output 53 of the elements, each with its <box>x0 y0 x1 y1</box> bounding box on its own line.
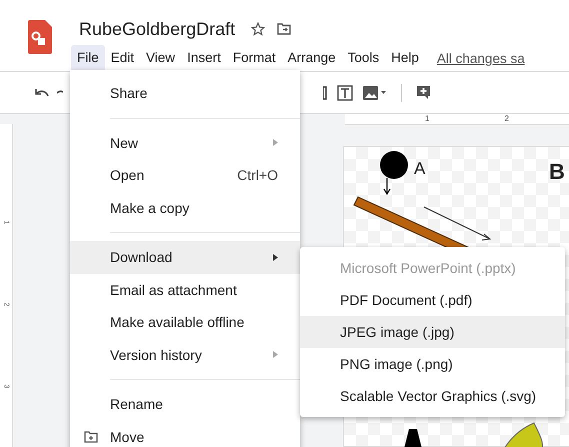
label-a: A <box>414 159 426 179</box>
menu-bar-item[interactable]: Help <box>385 45 425 71</box>
ruler-number: 1 <box>425 114 430 124</box>
menu-item-label: Open <box>110 167 146 184</box>
menu-item-label: Make available offline <box>110 314 246 330</box>
label-b: B <box>549 159 565 185</box>
block-drawing <box>404 429 422 447</box>
menu-item[interactable]: Move <box>70 420 300 447</box>
down-arrow <box>383 177 391 196</box>
menu-bar-item[interactable]: Format <box>226 45 282 71</box>
menu-item-label: Move <box>110 428 146 445</box>
text-box-icon[interactable] <box>337 84 353 100</box>
cone-drawing <box>504 422 544 447</box>
menu-item[interactable]: Rename <box>70 388 300 420</box>
menu-item-label: Email as attachment <box>110 282 238 298</box>
menu-bar-item[interactable]: View <box>140 45 182 71</box>
menu-item[interactable]: Version history <box>70 338 300 371</box>
menu-item-label: Make a copy <box>110 200 190 216</box>
menu-item[interactable]: Open Ctrl+O <box>70 159 300 192</box>
motion-arrow <box>424 206 492 240</box>
submenu-item[interactable]: PDF Document (.pdf) <box>300 284 565 316</box>
menu-item[interactable]: New <box>70 126 300 159</box>
shape-icon[interactable] <box>323 86 327 100</box>
save-status-link[interactable]: All changes sa <box>436 50 525 66</box>
menu-bar-item[interactable]: Edit <box>104 45 140 71</box>
menu-item[interactable]: Download <box>70 241 300 274</box>
undo-icon[interactable] <box>35 88 49 97</box>
add-comment-icon[interactable] <box>416 85 431 100</box>
image-icon[interactable] <box>363 84 387 100</box>
menu-item[interactable]: Share <box>70 77 300 110</box>
menu-bar-item[interactable]: Insert <box>181 45 227 71</box>
star-icon[interactable] <box>251 22 266 36</box>
submenu-item[interactable]: PNG image (.png) <box>300 348 565 380</box>
menu-item[interactable]: Make available offline <box>70 306 300 338</box>
ruler-number: 2 <box>504 114 509 124</box>
menu-item-label: Version history <box>110 346 203 363</box>
menu-item-label: Download <box>110 249 174 266</box>
document-title[interactable]: RubeGoldbergDraft <box>79 18 236 40</box>
folder-icon[interactable] <box>277 23 292 35</box>
submenu-item[interactable]: JPEG image (.jpg) <box>300 316 565 348</box>
menu-bar-item[interactable]: Tools <box>342 45 386 71</box>
menu-bar-item[interactable]: File <box>71 45 105 71</box>
submenu-item[interactable]: Scalable Vector Graphics (.svg) <box>300 380 565 412</box>
shortcut-label: Ctrl+O <box>237 167 278 184</box>
slides-logo-icon[interactable] <box>28 20 52 54</box>
menu-bar-item[interactable]: Arrange <box>282 45 342 71</box>
menu-item-label: New <box>110 134 140 151</box>
ball-drawing <box>380 151 408 179</box>
menu-item[interactable]: Make a copy <box>70 192 300 224</box>
menu-item-label: Rename <box>110 396 164 412</box>
menu-item-label: Share <box>110 85 148 102</box>
menu-item[interactable]: Email as attachment <box>70 274 300 306</box>
folder-icon <box>84 430 98 443</box>
